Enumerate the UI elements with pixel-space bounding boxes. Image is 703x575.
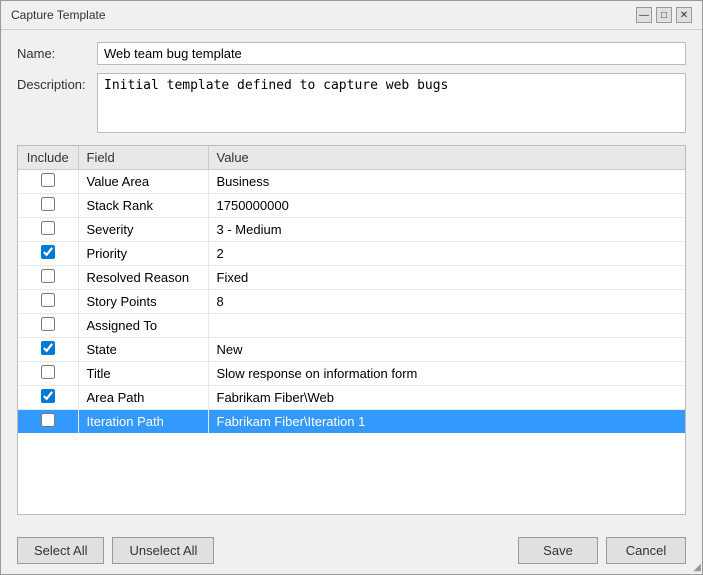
table-row[interactable]: Story Points8 <box>18 290 685 314</box>
name-label: Name: <box>17 42 97 61</box>
include-checkbox[interactable] <box>41 197 55 211</box>
unselect-all-button[interactable]: Unselect All <box>112 537 214 564</box>
table-row[interactable]: Area PathFabrikam Fiber\Web <box>18 386 685 410</box>
description-label: Description: <box>17 73 97 92</box>
include-checkbox[interactable] <box>41 389 55 403</box>
value-cell <box>208 314 685 338</box>
title-bar: Capture Template — □ ✕ <box>1 1 702 30</box>
name-row: Name: <box>17 42 686 65</box>
value-cell: 1750000000 <box>208 194 685 218</box>
save-button[interactable]: Save <box>518 537 598 564</box>
include-checkbox[interactable] <box>41 221 55 235</box>
cancel-button[interactable]: Cancel <box>606 537 686 564</box>
fields-table-container: Include Field Value Val <box>17 145 686 515</box>
table-row[interactable]: Assigned To <box>18 314 685 338</box>
table-row[interactable]: StateNew <box>18 338 685 362</box>
include-checkbox[interactable] <box>41 341 55 355</box>
col-value-header: Value <box>208 146 685 170</box>
value-cell: Fabrikam Fiber\Iteration 1 <box>208 410 685 434</box>
table-row[interactable]: Stack Rank1750000000 <box>18 194 685 218</box>
table-row[interactable]: Priority2 <box>18 242 685 266</box>
table-row[interactable]: Severity3 - Medium <box>18 218 685 242</box>
footer-left: Select All Unselect All <box>17 537 214 564</box>
table-row[interactable]: Iteration PathFabrikam Fiber\Iteration 1 <box>18 410 685 434</box>
include-checkbox[interactable] <box>41 365 55 379</box>
capture-template-window: Capture Template — □ ✕ Name: Description… <box>0 0 703 575</box>
value-cell: 3 - Medium <box>208 218 685 242</box>
select-all-button[interactable]: Select All <box>17 537 104 564</box>
field-cell: Resolved Reason <box>78 266 208 290</box>
field-cell: Title <box>78 362 208 386</box>
value-cell: New <box>208 338 685 362</box>
footer-right: Save Cancel <box>518 537 686 564</box>
field-cell: Area Path <box>78 386 208 410</box>
col-field-header: Field <box>78 146 208 170</box>
name-input[interactable] <box>97 42 686 65</box>
include-checkbox[interactable] <box>41 173 55 187</box>
table-row[interactable]: Value AreaBusiness <box>18 170 685 194</box>
table-header-row: Include Field Value <box>18 146 685 170</box>
table-row[interactable]: Resolved ReasonFixed <box>18 266 685 290</box>
window-title: Capture Template <box>11 8 106 22</box>
field-cell: Severity <box>78 218 208 242</box>
include-checkbox[interactable] <box>41 293 55 307</box>
description-input[interactable] <box>97 73 686 133</box>
close-button[interactable]: ✕ <box>676 7 692 23</box>
include-checkbox[interactable] <box>41 269 55 283</box>
maximize-button[interactable]: □ <box>656 7 672 23</box>
field-cell: Priority <box>78 242 208 266</box>
main-content: Name: Description: Include Field Value <box>1 30 702 527</box>
col-include-header: Include <box>18 146 78 170</box>
resize-grip: ◢ <box>693 562 701 573</box>
include-checkbox[interactable] <box>41 413 55 427</box>
field-cell: Story Points <box>78 290 208 314</box>
field-cell: Value Area <box>78 170 208 194</box>
field-cell: Stack Rank <box>78 194 208 218</box>
field-cell: State <box>78 338 208 362</box>
footer: Select All Unselect All Save Cancel <box>1 527 702 574</box>
window-controls: — □ ✕ <box>636 7 692 23</box>
table-row[interactable]: TitleSlow response on information form <box>18 362 685 386</box>
value-cell: 8 <box>208 290 685 314</box>
include-checkbox[interactable] <box>41 317 55 331</box>
value-cell: 2 <box>208 242 685 266</box>
minimize-button[interactable]: — <box>636 7 652 23</box>
description-row: Description: <box>17 73 686 133</box>
field-cell: Iteration Path <box>78 410 208 434</box>
value-cell: Fixed <box>208 266 685 290</box>
include-checkbox[interactable] <box>41 245 55 259</box>
value-cell: Fabrikam Fiber\Web <box>208 386 685 410</box>
value-cell: Slow response on information form <box>208 362 685 386</box>
table-scroll-area[interactable]: Value AreaBusinessStack Rank1750000000Se… <box>18 170 685 514</box>
value-cell: Business <box>208 170 685 194</box>
field-cell: Assigned To <box>78 314 208 338</box>
